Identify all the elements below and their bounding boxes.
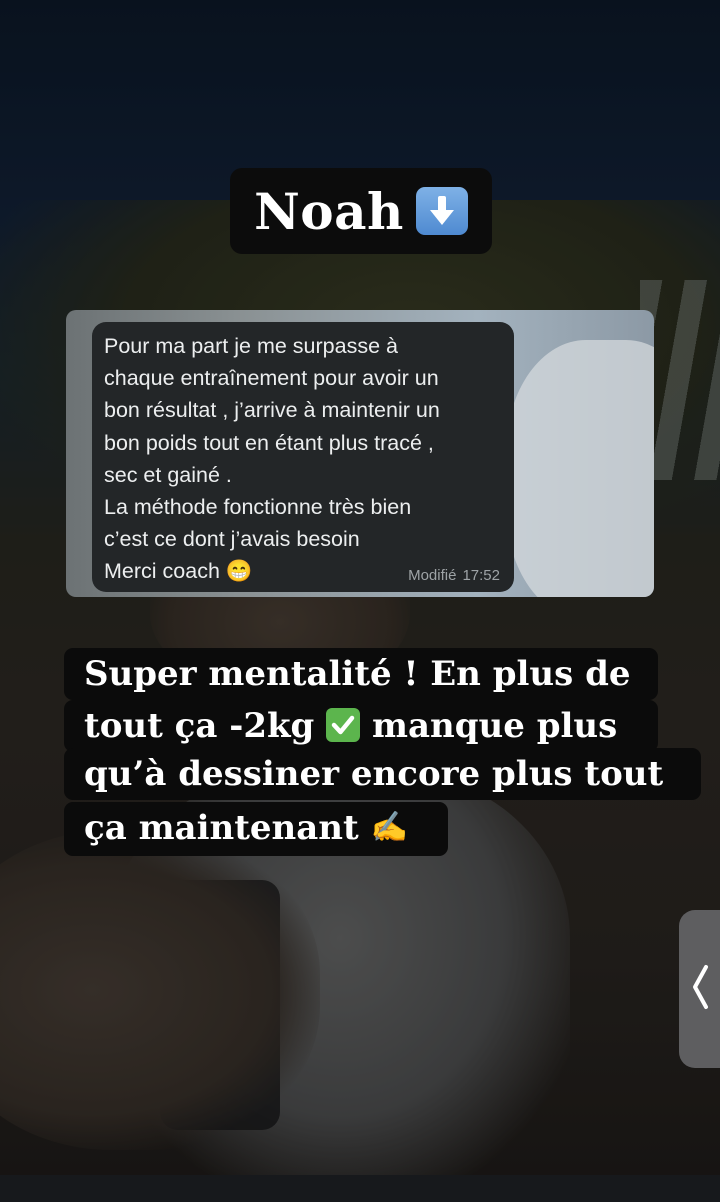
- writing-hand-icon: ✍: [370, 810, 408, 845]
- message-line: La méthode fonctionne très bien: [104, 495, 412, 520]
- caption-line: ça maintenant ✍: [64, 802, 448, 856]
- chevron-left-icon: [689, 961, 711, 1017]
- caption-text: manque plus: [372, 706, 618, 746]
- story-viewer: Noah Pour ma part je me surpasse à chaqu…: [0, 0, 720, 1202]
- check-mark-icon: [326, 708, 361, 742]
- message-line: sec et gainé .: [104, 462, 232, 487]
- caption-text: Super mentalité ! En plus de: [84, 654, 631, 694]
- caption-line: Super mentalité ! En plus de: [64, 648, 658, 700]
- down-arrow-icon: [415, 187, 468, 235]
- message-line: Pour ma part je me surpasse à: [104, 334, 398, 358]
- message-line: c’est ce dont j’avais besoin: [104, 527, 360, 552]
- name-tag: Noah: [230, 168, 492, 254]
- message-screenshot: Pour ma part je me surpasse à chaque ent…: [66, 310, 654, 597]
- bottom-bar: [0, 1175, 720, 1202]
- previous-button[interactable]: [679, 910, 720, 1068]
- caption-line: tout ça -2kg manque plus: [64, 700, 658, 752]
- message-line: bon résultat , j’arrive à maintenir un: [104, 398, 440, 423]
- message-line: chaque entraînement pour avoir un: [104, 366, 439, 391]
- caption-text: qu’à dessiner encore plus tout: [84, 754, 664, 794]
- edited-label: Modifié: [408, 567, 457, 584]
- caption-line: qu’à dessiner encore plus tout: [64, 748, 701, 800]
- message-meta: Modifié 17:52: [408, 567, 500, 584]
- client-name: Noah: [254, 181, 404, 241]
- caption-text: tout ça -2kg: [84, 706, 315, 746]
- message-line: bon poids tout en étant plus tracé ,: [104, 430, 434, 455]
- message-bubble: Pour ma part je me surpasse à chaque ent…: [92, 322, 514, 592]
- message-time: 17:52: [462, 567, 500, 584]
- caption-text: ça maintenant: [84, 808, 359, 848]
